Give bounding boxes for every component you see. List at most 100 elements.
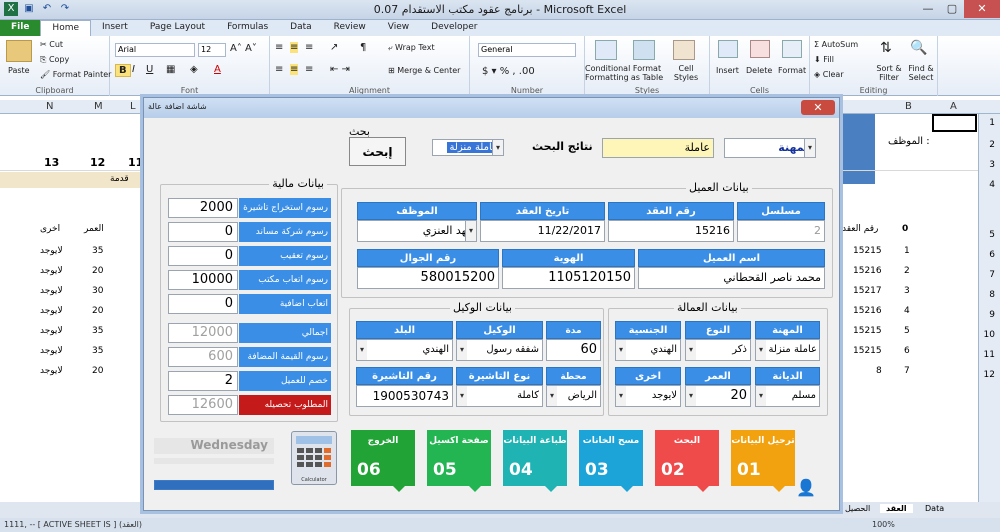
cell-other-2[interactable]: لايوجد (40, 266, 63, 276)
agent-field[interactable]: شفقه رسول (456, 339, 543, 361)
clear-fields-tile[interactable]: مسح الخانات 03 (579, 430, 643, 492)
conditional-formatting-icon[interactable] (595, 40, 617, 60)
col-a[interactable]: A (950, 101, 957, 112)
paste-button[interactable]: Paste (8, 66, 30, 75)
format-as-table-button[interactable]: Format as Table (629, 64, 665, 82)
tab-data[interactable]: Data (279, 20, 323, 36)
type-field-arrow[interactable]: ▾ (685, 340, 696, 360)
fill-button[interactable]: ⬇ Fill (814, 55, 834, 64)
cut-button[interactable]: ✂ Cut (40, 40, 63, 49)
index-1[interactable]: 1 (904, 246, 910, 256)
form-close-button[interactable]: ✕ (801, 100, 835, 115)
index-3[interactable]: 3 (904, 286, 910, 296)
tab-file[interactable]: File (0, 20, 41, 36)
cell-n13[interactable]: 13 (44, 156, 59, 169)
serial-field[interactable]: 2 (737, 220, 825, 242)
borders-icon[interactable]: ▦ (166, 64, 175, 75)
contract-6[interactable]: 15215 (853, 346, 882, 356)
insert-cells-icon[interactable] (718, 40, 738, 58)
id-field[interactable]: 1105120150 (502, 267, 635, 289)
number-format-icons[interactable]: $ ▾ % , .00 (482, 66, 535, 77)
sheet-tab-collection[interactable]: الحصيل (845, 504, 870, 513)
contract-no-field[interactable]: 15216 (608, 220, 734, 242)
total-value[interactable]: 12000 (168, 323, 238, 343)
font-name-box[interactable]: Arial (115, 43, 195, 57)
contract-2[interactable]: 15216 (853, 266, 882, 276)
cell-age-4[interactable]: 20 (92, 306, 103, 316)
cell-other-3[interactable]: لايوجد (40, 286, 63, 296)
visa-no-field[interactable]: 1900530743 (356, 385, 453, 407)
profession-search-field[interactable]: عاملة (602, 138, 714, 158)
country-field[interactable]: الهندي (356, 339, 453, 361)
cell-other-6[interactable]: لايوجد (40, 346, 63, 356)
contract-1[interactable]: 15215 (853, 246, 882, 256)
delete-cells-icon[interactable] (750, 40, 770, 58)
cell-age-1[interactable]: 35 (92, 246, 103, 256)
fill-color-icon[interactable]: ◈ (190, 64, 198, 75)
cell-other-1[interactable]: لايوجد (40, 246, 63, 256)
tab-page-layout[interactable]: Page Layout (139, 20, 216, 36)
delete-button[interactable]: Delete (746, 66, 772, 75)
minimize-button[interactable]: — (916, 0, 940, 18)
paste-icon[interactable] (6, 40, 32, 62)
format-painter-button[interactable]: 🖌 Format Painter (40, 70, 111, 79)
tab-formulas[interactable]: Formulas (216, 20, 279, 36)
row-12[interactable]: 12 (984, 370, 995, 380)
row-8[interactable]: 8 (989, 290, 995, 300)
employee-dropdown-arrow[interactable]: ▾ (465, 221, 476, 241)
profession-field-arrow[interactable]: ▾ (755, 340, 766, 360)
visa-type-field-arrow[interactable]: ▾ (456, 386, 467, 406)
exit-tile[interactable]: الخروج 06 (351, 430, 415, 492)
due-value[interactable]: 12600 (168, 395, 238, 415)
maximize-button[interactable]: ▢ (940, 0, 964, 18)
tab-view[interactable]: View (377, 20, 420, 36)
col-n[interactable]: N (46, 101, 53, 112)
contract-5[interactable]: 15215 (853, 326, 882, 336)
bottom-align-icon[interactable]: ≡ (305, 42, 313, 53)
tab-review[interactable]: Review (323, 20, 377, 36)
cell-m12[interactable]: 12 (90, 156, 105, 169)
profession-dropdown[interactable]: المهنة (724, 138, 816, 158)
calculator-icon[interactable]: Calculator (291, 431, 337, 485)
results-dropdown-arrow[interactable]: ▾ (492, 140, 503, 155)
col-l[interactable]: L (130, 101, 136, 112)
row-5[interactable]: 5 (989, 230, 995, 240)
row-1[interactable]: 1 (989, 118, 995, 128)
contract-3[interactable]: 15217 (853, 286, 882, 296)
print-tile[interactable]: طباعة البيانات 04 (503, 430, 567, 492)
font-color-icon[interactable]: A (214, 64, 221, 75)
fee-visa-value[interactable]: 2000 (168, 198, 238, 218)
rtl-icon[interactable]: ¶ (360, 42, 366, 53)
other-field-arrow[interactable]: ▾ (615, 386, 626, 406)
right-align-icon[interactable]: ≡ (305, 64, 313, 75)
format-button[interactable]: Format (778, 66, 806, 75)
employee-field[interactable]: فهد العنزي (357, 220, 477, 242)
index-2[interactable]: 2 (904, 266, 910, 276)
col-b[interactable]: B (905, 101, 912, 112)
contract-date-field[interactable]: 11/22/2017 (480, 220, 605, 242)
index-7[interactable]: 7 (904, 366, 910, 376)
cell-styles-button[interactable]: Cell Styles (669, 64, 703, 82)
tab-insert[interactable]: Insert (91, 20, 139, 36)
wrap-text-button[interactable]: ⤶ Wrap Text (388, 43, 435, 53)
fee-office-value[interactable]: 10000 (168, 270, 238, 290)
underline-button[interactable]: U (146, 64, 153, 75)
middle-align-icon[interactable]: ≡ (290, 42, 299, 53)
bold-button[interactable]: B (115, 64, 131, 77)
autosum-button[interactable]: Σ AutoSum (814, 40, 858, 49)
contract-4[interactable]: 15216 (853, 306, 882, 316)
row-9[interactable]: 9 (989, 310, 995, 320)
cell-age-7[interactable]: 20 (92, 366, 103, 376)
left-align-icon[interactable]: ≡ (275, 64, 283, 75)
insert-button[interactable]: Insert (716, 66, 739, 75)
clear-button[interactable]: ◈ Clear (814, 70, 844, 79)
row-2[interactable]: 2 (989, 140, 995, 150)
selected-cell[interactable] (932, 114, 977, 132)
cell-other-7[interactable]: لايوجد (40, 366, 63, 376)
row-11[interactable]: 11 (984, 350, 995, 360)
cell-age-6[interactable]: 35 (92, 346, 103, 356)
transfer-data-tile[interactable]: ترحيل البيانات 01 (731, 430, 795, 492)
client-name-field[interactable]: محمد ناصر القحطاني (638, 267, 825, 289)
religion-field-arrow[interactable]: ▾ (755, 386, 766, 406)
fee-followup-value[interactable]: 0 (168, 246, 238, 266)
